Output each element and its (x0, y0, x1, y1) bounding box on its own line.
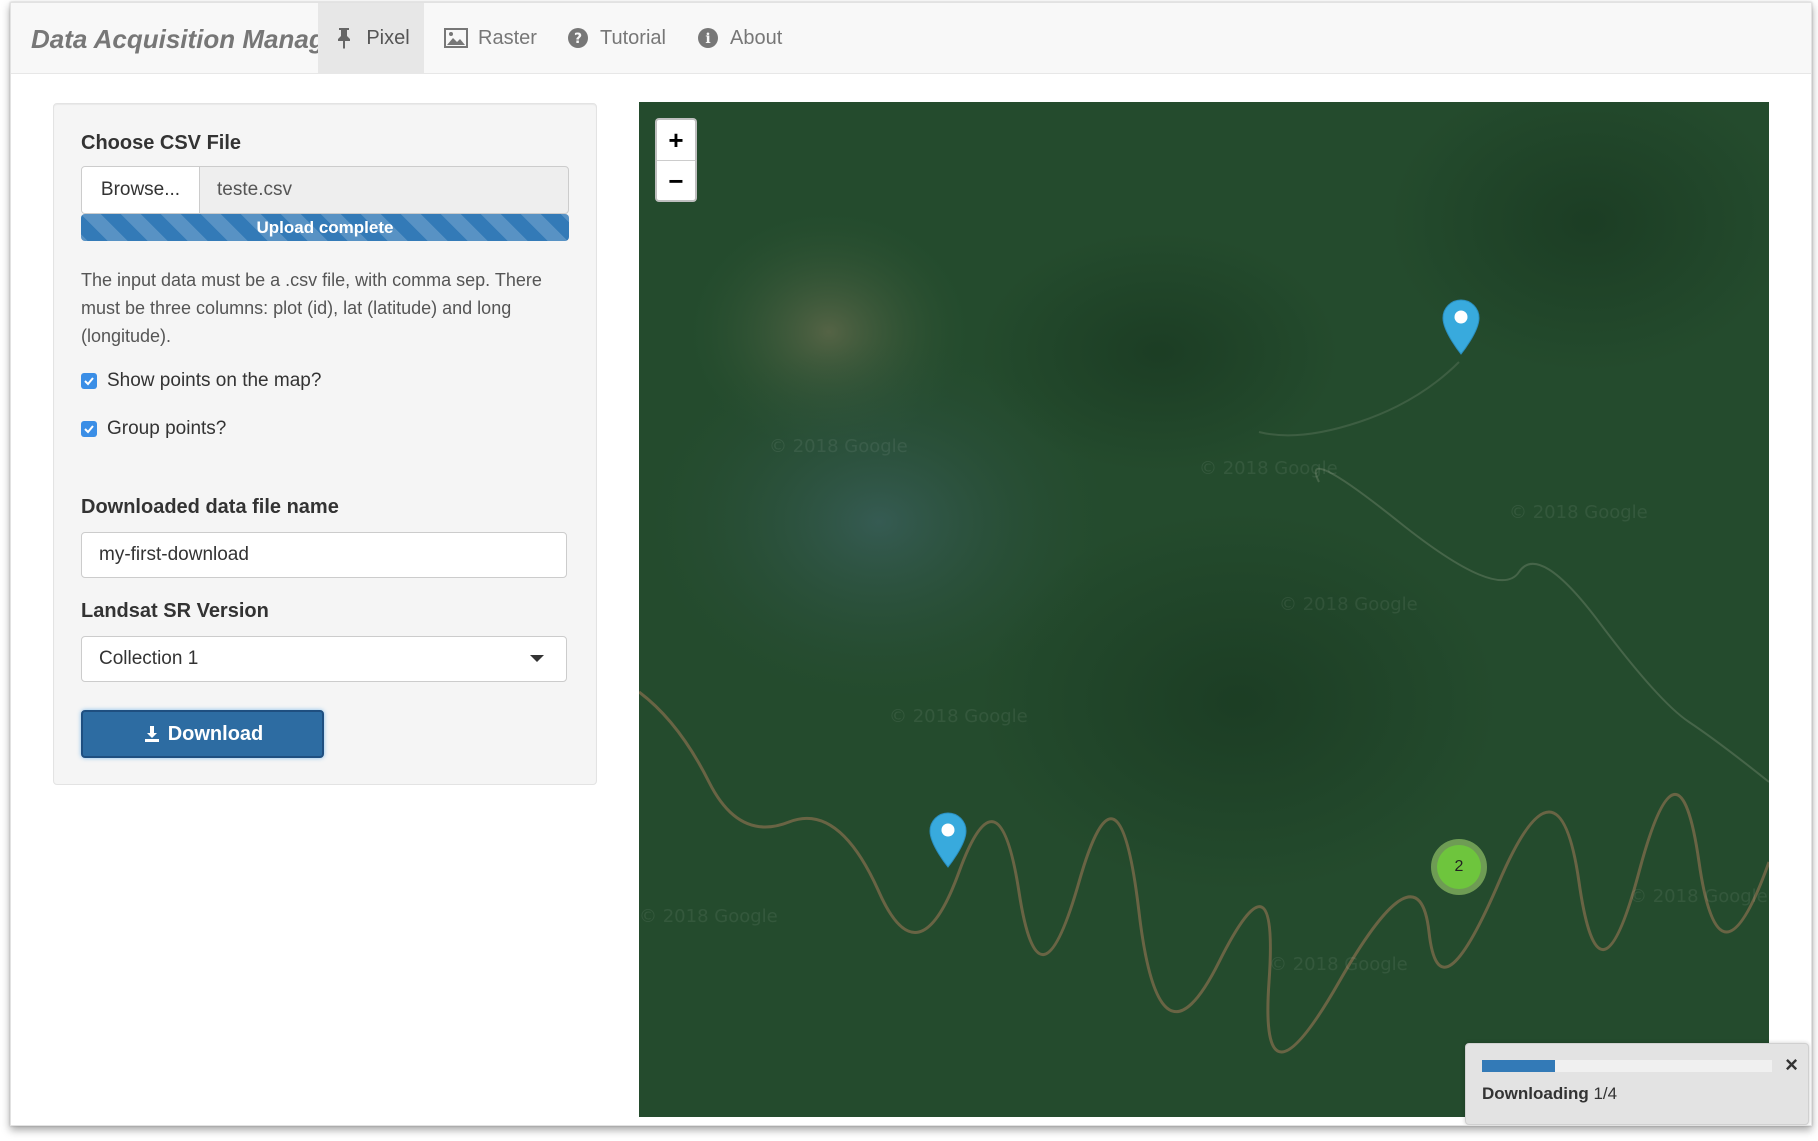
zoom-control: + − (655, 118, 697, 202)
tab-tutorial-label: Tutorial (600, 27, 666, 49)
image-icon (444, 26, 468, 50)
map-pin-icon (929, 812, 967, 868)
map-marker[interactable] (926, 811, 970, 869)
watermark-text: © 2018 Google (639, 906, 778, 927)
group-points-label: Group points? (107, 418, 227, 439)
map-view[interactable]: © 2018 Google © 2018 Google © 2018 Googl… (639, 102, 1769, 1117)
version-select[interactable]: Collection 1 (81, 636, 567, 682)
navbar: Data Acquisition Manager Pixel Raster ? … (11, 3, 1811, 74)
upload-progress-bar: Upload complete (81, 214, 569, 241)
download-status: Downloading (1482, 1084, 1589, 1103)
checkmark-icon (84, 425, 94, 434)
download-button[interactable]: Download (81, 710, 324, 758)
download-progress (1482, 1060, 1772, 1072)
download-button-label: Download (167, 722, 264, 745)
watermark-text: © 2018 Google (1509, 502, 1648, 523)
version-selected-value: Collection 1 (99, 648, 199, 669)
show-points-row[interactable]: Show points on the map? (81, 370, 321, 392)
watermark-text: © 2018 Google (1279, 594, 1418, 615)
app-brand: Data Acquisition Manager (31, 24, 350, 54)
checkmark-icon (84, 377, 94, 386)
cluster-count: 2 (1437, 845, 1481, 889)
show-points-label: Show points on the map? (107, 370, 322, 391)
show-points-checkbox[interactable] (81, 373, 97, 389)
watermark-text: © 2018 Google (1199, 458, 1338, 479)
question-circle-icon: ? (566, 26, 590, 50)
map-pin-icon (1442, 299, 1480, 355)
help-text: The input data must be a .csv file, with… (81, 270, 542, 346)
app-window: Data Acquisition Manager Pixel Raster ? … (10, 2, 1812, 1126)
download-notification: Downloading 1/4 × (1465, 1043, 1809, 1125)
download-status-text: Downloading 1/4 (1482, 1084, 1617, 1104)
tab-raster-label: Raster (478, 27, 537, 49)
version-label: Landsat SR Version (81, 600, 269, 622)
download-count: 1/4 (1593, 1084, 1618, 1103)
sidebar-panel: Choose CSV File Browse... teste.csv Uplo… (53, 103, 597, 785)
csv-file-label: Choose CSV File (81, 132, 242, 154)
map-marker[interactable] (1439, 298, 1483, 356)
tab-raster[interactable]: Raster (424, 3, 557, 73)
tab-about-label: About (730, 27, 783, 49)
group-points-row[interactable]: Group points? (81, 418, 226, 440)
filename-label: Downloaded data file name (81, 496, 339, 518)
download-progress-bar (1482, 1060, 1555, 1072)
zoom-in-button[interactable]: + (657, 120, 695, 161)
upload-progress: Upload complete (81, 214, 569, 241)
zoom-out-button[interactable]: − (657, 161, 695, 201)
selected-file-name: teste.csv (217, 179, 292, 200)
tab-pixel-label: Pixel (366, 27, 410, 49)
close-icon[interactable]: × (1785, 1052, 1798, 1078)
svg-text:?: ? (574, 31, 582, 47)
watermark-text: © 2018 Google (889, 706, 1028, 727)
tab-about[interactable]: i About (676, 3, 802, 73)
thumbtack-icon (332, 26, 356, 50)
satellite-imagery: © 2018 Google © 2018 Google © 2018 Googl… (639, 102, 1769, 1117)
file-input-group: Browse... teste.csv (81, 166, 569, 214)
watermark-text: © 2018 Google (1269, 954, 1408, 975)
browse-button[interactable]: Browse... (82, 167, 200, 213)
tab-tutorial[interactable]: ? Tutorial (546, 3, 686, 73)
svg-text:i: i (705, 31, 710, 47)
tab-pixel[interactable]: Pixel (318, 3, 424, 73)
download-icon (144, 726, 159, 742)
group-points-checkbox[interactable] (81, 421, 97, 437)
watermark-text: © 2018 Google (769, 436, 908, 457)
marker-cluster[interactable]: 2 (1431, 839, 1487, 895)
watermark-text: © 2018 Google (1629, 886, 1768, 907)
info-circle-icon: i (696, 26, 720, 50)
filename-input[interactable]: my-first-download (81, 532, 567, 578)
caret-down-icon (530, 655, 544, 662)
